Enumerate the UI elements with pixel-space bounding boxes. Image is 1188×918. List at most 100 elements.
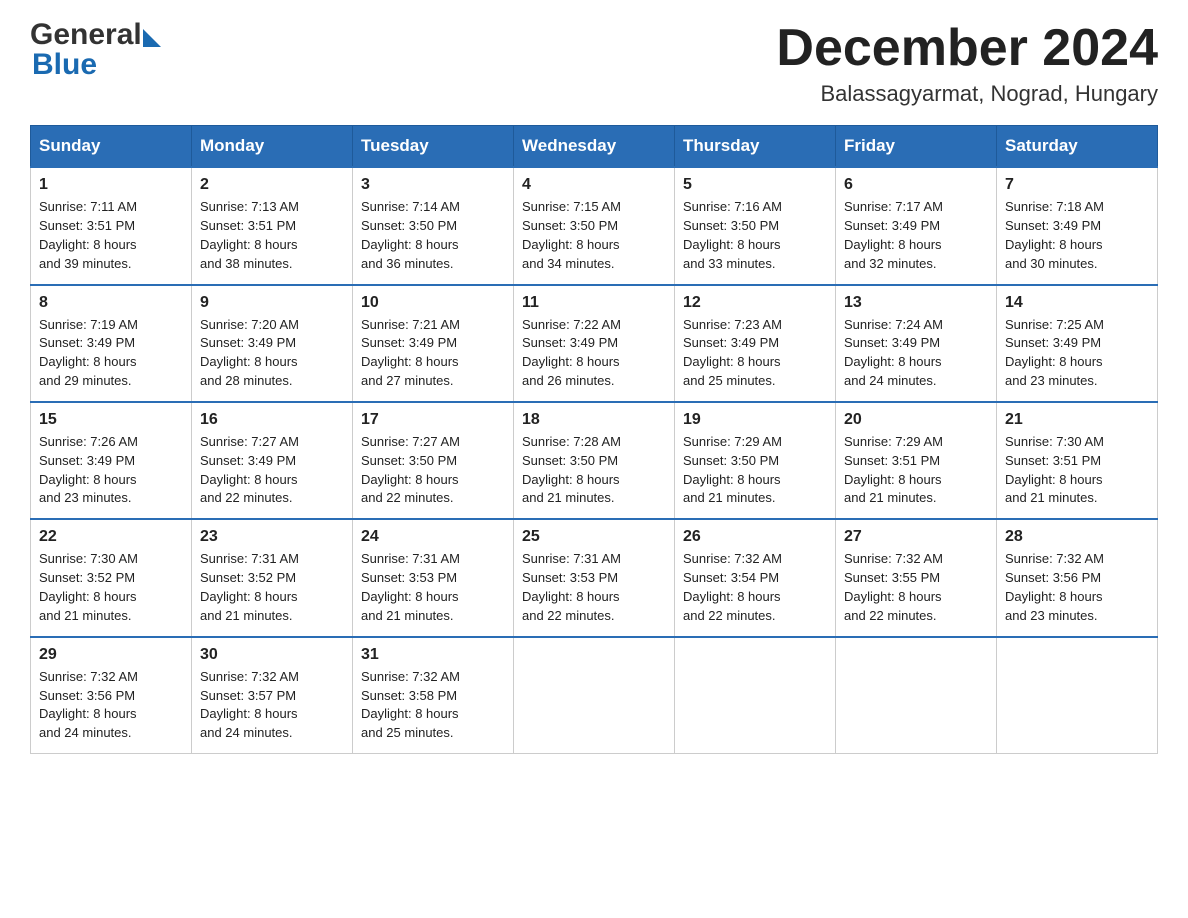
day-number: 23	[200, 528, 344, 546]
calendar-cell: 7 Sunrise: 7:18 AMSunset: 3:49 PMDaylight…	[997, 167, 1158, 284]
day-number: 20	[844, 411, 988, 429]
calendar-cell: 19 Sunrise: 7:29 AMSunset: 3:50 PMDayligh…	[675, 402, 836, 519]
day-number: 16	[200, 411, 344, 429]
day-info: Sunrise: 7:31 AMSunset: 3:53 PMDaylight:…	[361, 551, 460, 623]
calendar-cell: 17Sunrise: 7:27 AMSunset: 3:50 PMDayligh…	[353, 402, 514, 519]
day-info: Sunrise: 7:18 AMSunset: 3:49 PMDaylight:…	[1005, 199, 1104, 271]
day-info: Sunrise: 7:17 AMSunset: 3:49 PMDaylight:…	[844, 199, 943, 271]
logo: General Blue	[30, 20, 161, 80]
calendar-cell: 9 Sunrise: 7:20 AMSunset: 3:49 PMDaylight…	[192, 285, 353, 402]
day-number: 10	[361, 294, 505, 312]
logo-general-text: General	[30, 20, 142, 50]
day-number: 19	[683, 411, 827, 429]
weekday-header-monday: Monday	[192, 126, 353, 168]
day-info: Sunrise: 7:30 AMSunset: 3:51 PMDaylight:…	[1005, 434, 1104, 506]
day-info: Sunrise: 7:15 AMSunset: 3:50 PMDaylight:…	[522, 199, 621, 271]
logo-blue-text: Blue	[32, 50, 161, 80]
day-info: Sunrise: 7:23 AMSunset: 3:49 PMDaylight:…	[683, 317, 782, 389]
day-number: 30	[200, 646, 344, 664]
calendar-cell: 8 Sunrise: 7:19 AMSunset: 3:49 PMDaylight…	[31, 285, 192, 402]
calendar-week-5: 29Sunrise: 7:32 AMSunset: 3:56 PMDayligh…	[31, 637, 1158, 754]
calendar-cell	[997, 637, 1158, 754]
calendar-week-4: 22 Sunrise: 7:30 AMSunset: 3:52 PMDayligh…	[31, 519, 1158, 636]
day-number: 11	[522, 294, 666, 312]
day-number: 3	[361, 176, 505, 194]
calendar-cell: 2Sunrise: 7:13 AMSunset: 3:51 PMDaylight…	[192, 167, 353, 284]
day-number: 22	[39, 528, 183, 546]
calendar-cell: 5Sunrise: 7:16 AMSunset: 3:50 PMDaylight…	[675, 167, 836, 284]
day-number: 21	[1005, 411, 1149, 429]
day-number: 24	[361, 528, 505, 546]
calendar-cell: 29Sunrise: 7:32 AMSunset: 3:56 PMDayligh…	[31, 637, 192, 754]
day-number: 18	[522, 411, 666, 429]
day-number: 14	[1005, 294, 1149, 312]
calendar-cell	[836, 637, 997, 754]
day-number: 2	[200, 176, 344, 194]
day-info: Sunrise: 7:16 AMSunset: 3:50 PMDaylight:…	[683, 199, 782, 271]
calendar-cell: 20 Sunrise: 7:29 AMSunset: 3:51 PMDayligh…	[836, 402, 997, 519]
day-info: Sunrise: 7:20 AMSunset: 3:49 PMDaylight:…	[200, 317, 299, 389]
day-info: Sunrise: 7:31 AMSunset: 3:52 PMDaylight:…	[200, 551, 299, 623]
calendar-week-2: 8 Sunrise: 7:19 AMSunset: 3:49 PMDaylight…	[31, 285, 1158, 402]
day-info: Sunrise: 7:32 AMSunset: 3:58 PMDaylight:…	[361, 669, 460, 741]
day-info: Sunrise: 7:28 AMSunset: 3:50 PMDaylight:…	[522, 434, 621, 506]
calendar-cell: 21 Sunrise: 7:30 AMSunset: 3:51 PMDayligh…	[997, 402, 1158, 519]
day-info: Sunrise: 7:32 AMSunset: 3:57 PMDaylight:…	[200, 669, 299, 741]
calendar-cell: 28Sunrise: 7:32 AMSunset: 3:56 PMDayligh…	[997, 519, 1158, 636]
calendar-cell: 11 Sunrise: 7:22 AMSunset: 3:49 PMDayligh…	[514, 285, 675, 402]
calendar-cell: 12Sunrise: 7:23 AMSunset: 3:49 PMDayligh…	[675, 285, 836, 402]
day-info: Sunrise: 7:27 AMSunset: 3:49 PMDaylight:…	[200, 434, 299, 506]
calendar-cell: 22 Sunrise: 7:30 AMSunset: 3:52 PMDayligh…	[31, 519, 192, 636]
day-number: 26	[683, 528, 827, 546]
day-info: Sunrise: 7:29 AMSunset: 3:50 PMDaylight:…	[683, 434, 782, 506]
calendar-cell: 27Sunrise: 7:32 AMSunset: 3:55 PMDayligh…	[836, 519, 997, 636]
calendar-cell: 23 Sunrise: 7:31 AMSunset: 3:52 PMDayligh…	[192, 519, 353, 636]
calendar-cell	[514, 637, 675, 754]
calendar-cell: 31Sunrise: 7:32 AMSunset: 3:58 PMDayligh…	[353, 637, 514, 754]
day-number: 7	[1005, 176, 1149, 194]
day-info: Sunrise: 7:22 AMSunset: 3:49 PMDaylight:…	[522, 317, 621, 389]
day-number: 25	[522, 528, 666, 546]
calendar-table: SundayMondayTuesdayWednesdayThursdayFrid…	[30, 125, 1158, 754]
weekday-header-thursday: Thursday	[675, 126, 836, 168]
day-info: Sunrise: 7:32 AMSunset: 3:54 PMDaylight:…	[683, 551, 782, 623]
calendar-cell: 14 Sunrise: 7:25 AMSunset: 3:49 PMDayligh…	[997, 285, 1158, 402]
weekday-header-saturday: Saturday	[997, 126, 1158, 168]
calendar-cell: 16 Sunrise: 7:27 AMSunset: 3:49 PMDayligh…	[192, 402, 353, 519]
calendar-cell: 13Sunrise: 7:24 AMSunset: 3:49 PMDayligh…	[836, 285, 997, 402]
day-number: 8	[39, 294, 183, 312]
calendar-cell: 24 Sunrise: 7:31 AMSunset: 3:53 PMDayligh…	[353, 519, 514, 636]
location-text: Balassagyarmat, Nograd, Hungary	[776, 81, 1158, 107]
day-number: 6	[844, 176, 988, 194]
day-info: Sunrise: 7:11 AMSunset: 3:51 PMDaylight:…	[39, 199, 137, 271]
day-info: Sunrise: 7:21 AMSunset: 3:49 PMDaylight:…	[361, 317, 460, 389]
weekday-header-tuesday: Tuesday	[353, 126, 514, 168]
day-number: 29	[39, 646, 183, 664]
title-block: December 2024 Balassagyarmat, Nograd, Hu…	[776, 20, 1158, 107]
weekday-header-friday: Friday	[836, 126, 997, 168]
calendar-cell: 18 Sunrise: 7:28 AMSunset: 3:50 PMDayligh…	[514, 402, 675, 519]
weekday-header-wednesday: Wednesday	[514, 126, 675, 168]
calendar-cell: 30 Sunrise: 7:32 AMSunset: 3:57 PMDayligh…	[192, 637, 353, 754]
calendar-cell	[675, 637, 836, 754]
day-info: Sunrise: 7:24 AMSunset: 3:49 PMDaylight:…	[844, 317, 943, 389]
day-number: 9	[200, 294, 344, 312]
day-info: Sunrise: 7:26 AMSunset: 3:49 PMDaylight:…	[39, 434, 138, 506]
page-header: General Blue December 2024 Balassagyarma…	[30, 20, 1158, 107]
weekday-header-row: SundayMondayTuesdayWednesdayThursdayFrid…	[31, 126, 1158, 168]
day-info: Sunrise: 7:19 AMSunset: 3:49 PMDaylight:…	[39, 317, 138, 389]
calendar-cell: 25 Sunrise: 7:31 AMSunset: 3:53 PMDayligh…	[514, 519, 675, 636]
day-info: Sunrise: 7:31 AMSunset: 3:53 PMDaylight:…	[522, 551, 621, 623]
day-info: Sunrise: 7:29 AMSunset: 3:51 PMDaylight:…	[844, 434, 943, 506]
day-number: 17	[361, 411, 505, 429]
day-number: 15	[39, 411, 183, 429]
calendar-cell: 3Sunrise: 7:14 AMSunset: 3:50 PMDaylight…	[353, 167, 514, 284]
calendar-week-3: 15 Sunrise: 7:26 AMSunset: 3:49 PMDayligh…	[31, 402, 1158, 519]
day-number: 27	[844, 528, 988, 546]
calendar-cell: 4Sunrise: 7:15 AMSunset: 3:50 PMDaylight…	[514, 167, 675, 284]
day-number: 1	[39, 176, 183, 194]
weekday-header-sunday: Sunday	[31, 126, 192, 168]
day-info: Sunrise: 7:30 AMSunset: 3:52 PMDaylight:…	[39, 551, 138, 623]
day-info: Sunrise: 7:25 AMSunset: 3:49 PMDaylight:…	[1005, 317, 1104, 389]
calendar-cell: 10 Sunrise: 7:21 AMSunset: 3:49 PMDayligh…	[353, 285, 514, 402]
